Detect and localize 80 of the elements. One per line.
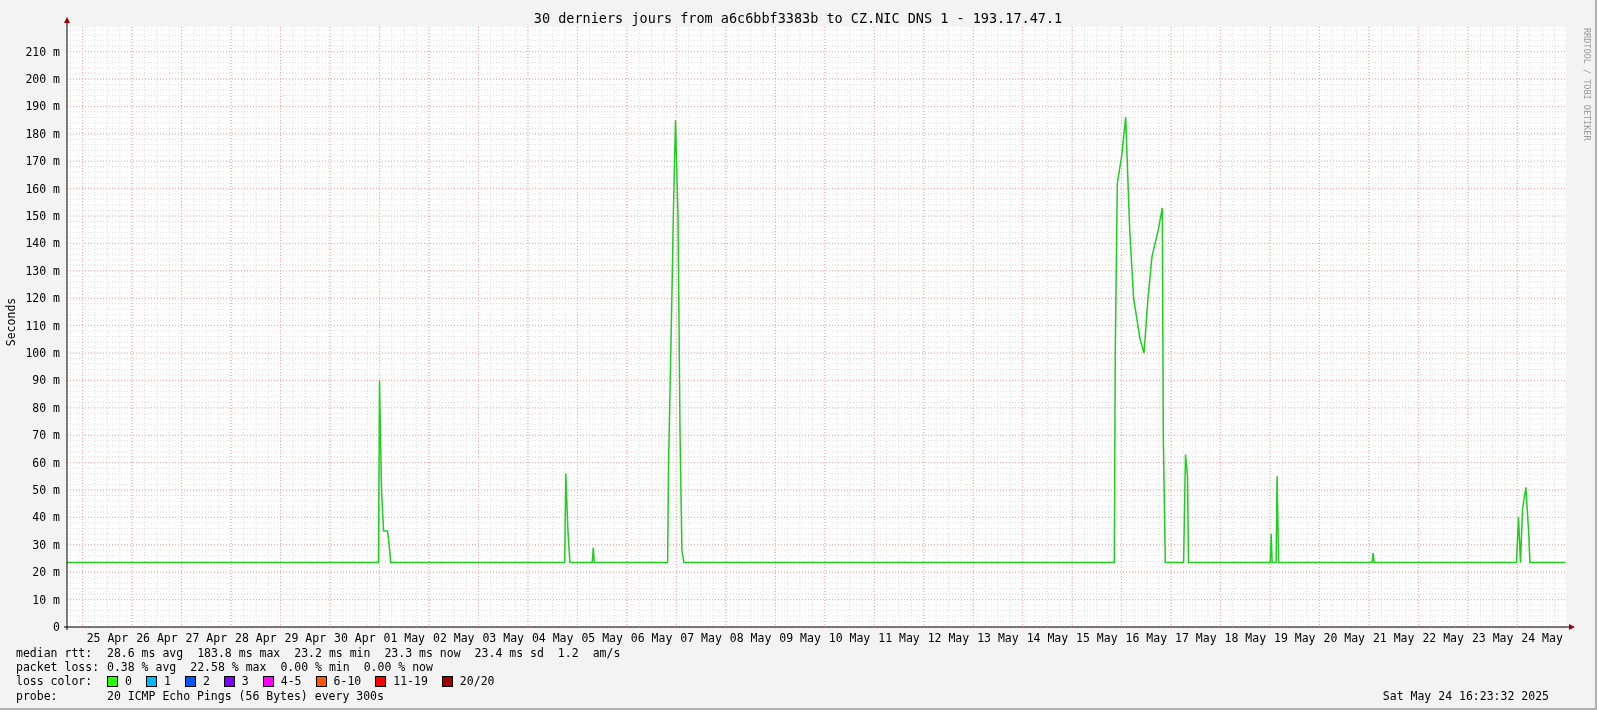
legend-value: am/s xyxy=(592,646,621,661)
legend-value: 23.4 ms sd xyxy=(474,646,544,661)
chart-title: 30 derniers jours from a6c6bbf3383b to CZ.NIC DNS 1 - 193.17.47.1 xyxy=(533,10,1063,26)
loss-color-label: 4-5 xyxy=(280,674,302,689)
legend-value: 183.8 ms max xyxy=(197,646,281,661)
x-tick-label: 11 May xyxy=(878,631,920,645)
loss-color-label: 11-19 xyxy=(393,674,428,689)
y-tick-label: 180 m xyxy=(25,126,60,141)
x-tick-label: 23 May xyxy=(1471,631,1514,645)
x-tick-label: 04 May xyxy=(531,631,574,645)
loss-color-label: 1 xyxy=(163,674,171,689)
timestamp: Sat May 24 16:23:32 2025 xyxy=(1382,688,1549,703)
x-tick-label: 25 Apr xyxy=(86,631,129,645)
legend-value: 23.3 ms now xyxy=(384,646,461,661)
y-tick-label: 190 m xyxy=(25,99,60,114)
y-tick-label: 0 xyxy=(53,620,60,634)
y-tick-label: 50 m xyxy=(32,483,60,497)
side-credit: RRDTOOL / TOBI OETIKER xyxy=(1582,28,1592,141)
x-tick-label: 20 May xyxy=(1323,631,1365,645)
x-tick-label: 28 Apr xyxy=(235,631,277,645)
x-tick-label: 21 May xyxy=(1372,631,1415,645)
y-tick-label: 100 m xyxy=(25,346,60,361)
x-tick-label: 08 May xyxy=(729,631,772,645)
x-tick-label: 05 May xyxy=(581,631,623,645)
y-tick-label: 160 m xyxy=(25,181,60,196)
y-tick-label: 10 m xyxy=(32,592,60,607)
y-tick-label: 120 m xyxy=(25,291,60,306)
x-tick-label: 03 May xyxy=(482,631,524,645)
x-tick-label: 30 Apr xyxy=(334,631,376,645)
x-tick-label: 12 May xyxy=(927,631,970,645)
legend-value: 0.00 % min xyxy=(280,660,350,675)
legend-value: 28.6 ms avg xyxy=(107,646,184,661)
legend-value: 1.2 xyxy=(557,646,579,661)
y-tick-label: 60 m xyxy=(32,455,60,470)
x-tick-label: 24 May xyxy=(1521,631,1563,645)
loss-color-label: 0 xyxy=(125,674,132,689)
x-tick-label: 16 May xyxy=(1125,631,1168,645)
probe-description: 20 ICMP Echo Pings (56 Bytes) every 300s xyxy=(107,688,384,703)
legend-value: 22.58 % max xyxy=(190,660,267,675)
y-tick-label: 210 m xyxy=(25,44,60,59)
y-tick-label: 150 m xyxy=(25,209,60,224)
y-tick-label: 130 m xyxy=(25,263,60,278)
y-tick-label: 80 m xyxy=(32,400,60,415)
x-tick-label: 19 May xyxy=(1274,631,1316,645)
x-tick-label: 27 Apr xyxy=(185,631,228,645)
y-tick-label: 140 m xyxy=(25,236,60,251)
legend-label: median rtt: xyxy=(16,646,94,661)
x-tick-label: 14 May xyxy=(1026,631,1069,645)
legend-value: 0.00 % now xyxy=(363,660,433,675)
y-tick-label: 90 m xyxy=(32,373,60,388)
x-tick-label: 02 May xyxy=(432,631,475,645)
x-tick-label: 07 May xyxy=(680,631,722,645)
x-tick-label: 13 May xyxy=(977,631,1019,645)
loss-color-label: 20/20 xyxy=(459,674,495,689)
x-tick-label: 18 May xyxy=(1224,631,1267,645)
loss-color-label: 6-10 xyxy=(333,674,362,689)
y-tick-label: 30 m xyxy=(32,537,60,552)
x-tick-label: 15 May xyxy=(1076,631,1118,645)
x-tick-label: 22 May xyxy=(1422,631,1464,645)
x-tick-label: 17 May xyxy=(1175,631,1217,645)
x-tick-label: 26 Apr xyxy=(136,631,178,645)
y-axis-label: Seconds xyxy=(4,297,18,347)
legend-label: packet loss: xyxy=(16,660,101,675)
y-tick-label: 20 m xyxy=(32,565,60,580)
legend-value: 23.2 ms min xyxy=(294,646,371,661)
y-tick-label: 170 m xyxy=(25,154,60,169)
x-tick-label: 29 Apr xyxy=(284,631,327,645)
x-tick-label: 09 May xyxy=(779,631,821,645)
legend-value: 0.38 % avg xyxy=(107,660,177,675)
x-tick-label: 01 May xyxy=(383,631,426,645)
loss-color-label: 3 xyxy=(241,674,249,689)
legend-label: probe: xyxy=(16,688,59,703)
y-tick-label: 200 m xyxy=(25,72,60,87)
loss-color-label: 2 xyxy=(202,674,210,689)
x-tick-label: 06 May xyxy=(630,631,673,645)
y-tick-label: 110 m xyxy=(25,318,60,333)
y-tick-label: 70 m xyxy=(32,428,60,443)
y-tick-label: 40 m xyxy=(32,510,60,525)
x-tick-label: 10 May xyxy=(828,631,871,645)
legend-label: loss color: xyxy=(16,674,94,689)
